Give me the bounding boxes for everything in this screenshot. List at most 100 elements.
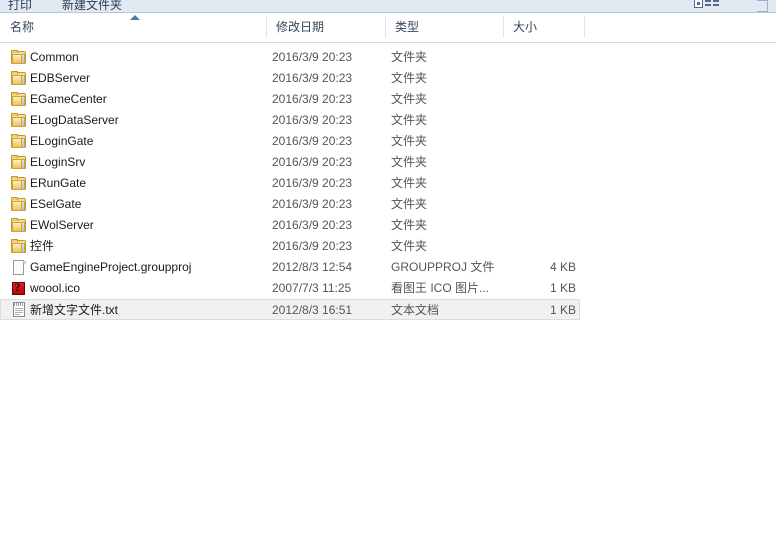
folder-icon (11, 176, 27, 191)
view-icon-line (705, 0, 711, 2)
file-name: EWolServer (30, 218, 94, 232)
column-divider[interactable] (266, 17, 267, 38)
new-folder-button[interactable]: 新建文件夹 (62, 0, 122, 12)
file-row[interactable]: ESelGate 2016/3/9 20:23 文件夹 (0, 194, 776, 215)
folder-icon (11, 239, 27, 254)
view-icon-box (694, 0, 703, 8)
view-icon-line (705, 4, 711, 6)
file-date-modified: 2016/3/9 20:23 (272, 176, 353, 190)
ascending-sort-icon (130, 15, 140, 20)
file-row[interactable]: Common 2016/3/9 20:23 文件夹 (0, 47, 776, 68)
file-row[interactable]: 新增文字文件.txt 2012/8/3 16:51 文本文档 1 KB (0, 299, 580, 320)
file-size (503, 131, 576, 152)
file-row[interactable]: EGameCenter 2016/3/9 20:23 文件夹 (0, 89, 776, 110)
file-date-modified: 2016/3/9 20:23 (272, 134, 353, 148)
file-size (503, 236, 576, 257)
column-header-row: 名称 修改日期 类型 大小 (0, 13, 776, 43)
file-date-modified: 2016/3/9 20:23 (272, 92, 353, 106)
file-name: ELoginSrv (30, 155, 86, 169)
column-header-name-label: 名称 (10, 20, 35, 34)
file-size (503, 215, 576, 236)
folder-icon (11, 71, 27, 86)
ico-image-file-icon: ? (11, 280, 27, 296)
file-name: EDBServer (30, 71, 91, 85)
file-type: 文件夹 (391, 197, 428, 211)
file-type: 文件夹 (391, 176, 428, 190)
file-row[interactable]: ERunGate 2016/3/9 20:23 文件夹 (0, 173, 776, 194)
file-name: woool.ico (30, 281, 81, 295)
file-type: 文件夹 (391, 134, 428, 148)
file-type: 文件夹 (391, 113, 428, 127)
file-name: ESelGate (30, 197, 82, 211)
file-row[interactable]: ELogDataServer 2016/3/9 20:23 文件夹 (0, 110, 776, 131)
file-size (503, 47, 576, 68)
file-size: 1 KB (549, 303, 576, 317)
file-type: 文件夹 (391, 92, 428, 106)
file-type: 文件夹 (391, 239, 428, 253)
file-size (503, 152, 576, 173)
column-header-date-modified[interactable]: 修改日期 (266, 13, 385, 42)
file-row[interactable]: EWolServer 2016/3/9 20:23 文件夹 (0, 215, 776, 236)
file-size (503, 89, 576, 110)
column-header-type-label: 类型 (395, 20, 420, 34)
file-date-modified: 2016/3/9 20:23 (272, 218, 353, 232)
file-type: 文本文档 (391, 303, 440, 317)
file-row[interactable]: ELoginSrv 2016/3/9 20:23 文件夹 (0, 152, 776, 173)
folder-icon (11, 218, 27, 233)
folder-icon (11, 50, 27, 65)
column-header-end-divider (584, 13, 585, 42)
file-type: 文件夹 (391, 155, 428, 169)
file-row[interactable]: ? woool.ico 2007/7/3 11:25 看图王 ICO 图片... 1 K… (0, 278, 776, 299)
print-button[interactable]: 打印 (8, 0, 32, 12)
file-name: 新增文字文件.txt (30, 303, 119, 317)
file-date-modified: 2016/3/9 20:23 (272, 71, 353, 85)
file-name: EGameCenter (30, 92, 107, 106)
file-date-modified: 2016/3/9 20:23 (272, 155, 353, 169)
chevron-down-icon[interactable] (757, 0, 768, 12)
folder-icon (11, 113, 27, 128)
file-type: 看图王 ICO 图片... (391, 281, 490, 295)
file-type: 文件夹 (391, 218, 428, 232)
file-date-modified: 2007/7/3 11:25 (272, 281, 352, 295)
file-row[interactable]: 控件 2016/3/9 20:23 文件夹 (0, 236, 776, 257)
file-size (503, 110, 576, 131)
file-name: Common (30, 50, 79, 64)
list-view-icon[interactable] (694, 0, 724, 9)
file-name: GameEngineProject.groupproj (30, 260, 192, 274)
folder-icon (11, 197, 27, 212)
file-date-modified: 2016/3/9 20:23 (272, 50, 353, 64)
file-size: 1 KB (549, 281, 576, 295)
column-header-size-label: 大小 (513, 20, 538, 34)
file-row[interactable]: GameEngineProject.groupproj 2012/8/3 12:5… (0, 257, 776, 278)
file-row[interactable]: EDBServer 2016/3/9 20:23 文件夹 (0, 68, 776, 89)
file-date-modified: 2016/3/9 20:23 (272, 113, 353, 127)
column-header-date-modified-label: 修改日期 (276, 20, 325, 34)
column-header-size[interactable]: 大小 (503, 13, 584, 42)
file-size: 4 KB (549, 260, 576, 274)
file-date-modified: 2012/8/3 12:54 (272, 260, 353, 274)
folder-icon (11, 155, 27, 170)
document-file-icon (11, 260, 27, 275)
column-divider[interactable] (503, 17, 504, 38)
file-type: 文件夹 (391, 71, 428, 85)
file-type: GROUPPROJ 文件 (391, 260, 495, 274)
file-size (503, 194, 576, 215)
file-name: ELoginGate (30, 134, 94, 148)
file-type: 文件夹 (391, 50, 428, 64)
file-list: Common 2016/3/9 20:23 文件夹 EDBServer 2016/3/9… (0, 47, 776, 320)
file-row[interactable]: ELoginGate 2016/3/9 20:23 文件夹 (0, 131, 776, 152)
file-name: ELogDataServer (30, 113, 119, 127)
file-size (503, 68, 576, 89)
file-date-modified: 2016/3/9 20:23 (272, 197, 353, 211)
file-name: 控件 (30, 239, 55, 253)
file-date-modified: 2012/8/3 16:51 (272, 303, 353, 317)
column-divider[interactable] (385, 17, 386, 38)
column-header-type[interactable]: 类型 (385, 13, 503, 42)
text-file-icon (11, 302, 27, 317)
folder-icon (11, 134, 27, 149)
explorer-toolbar: 打印 新建文件夹 (0, 0, 776, 13)
file-date-modified: 2016/3/9 20:23 (272, 239, 353, 253)
file-name: ERunGate (30, 176, 87, 190)
view-icon-line (713, 0, 719, 2)
column-divider[interactable] (584, 17, 585, 38)
